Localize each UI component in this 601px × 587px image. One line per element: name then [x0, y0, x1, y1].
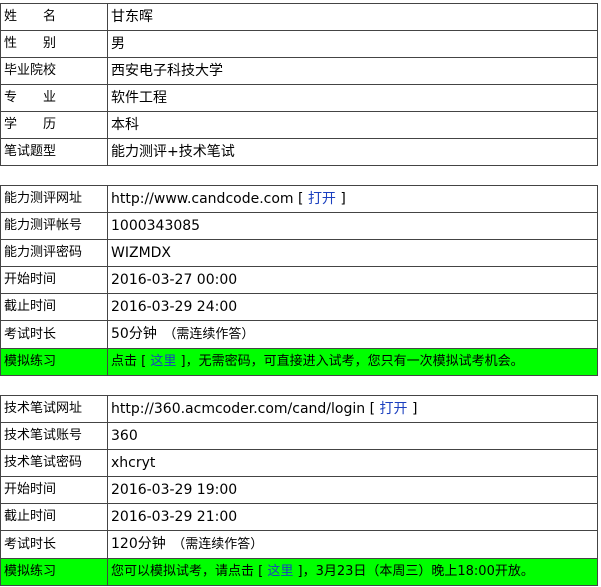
ability-open-link[interactable]: 打开 — [308, 191, 336, 207]
ability-duration-label: 考试时长 — [0, 320, 108, 349]
table-row: 模拟练习 您可以模拟试考，请点击 [ 这里 ]，3月23日（本周三）晚上18:0… — [0, 558, 598, 586]
name-label: 姓 名 — [0, 3, 108, 31]
exam-type-value: 能力测评+技术笔试 — [107, 138, 598, 166]
personal-info-table: 姓 名 甘东晖 性 别 男 毕业院校 西安电子科技大学 专 业 软件工程 学 历… — [0, 3, 598, 166]
mock-text: ]，3月23日（本周三）晚上18:00开放。 — [293, 564, 534, 579]
ability-duration-note: （需连续作答） — [156, 327, 255, 342]
school-label: 毕业院校 — [0, 57, 108, 85]
bracket: ] — [335, 191, 346, 207]
tech-url[interactable]: http://360.acmcoder.com/cand/login — [111, 401, 365, 417]
school-value: 西安电子科技大学 — [107, 57, 598, 85]
tech-open-link[interactable]: 打开 — [380, 401, 408, 417]
table-row: 姓 名 甘东晖 — [0, 3, 598, 31]
tech-duration-cell: 120分钟 （需连续作答） — [107, 530, 598, 559]
bracket: ] — [407, 401, 418, 417]
table-row: 能力测评密码 WIZMDX — [0, 239, 598, 267]
mock-text: 您可以模拟试考，请点击 [ — [111, 564, 268, 579]
table-row: 开始时间 2016-03-29 19:00 — [0, 476, 598, 504]
tech-mock-label: 模拟练习 — [0, 558, 108, 586]
technical-test-table: 技术笔试网址 http://360.acmcoder.com/cand/logi… — [0, 395, 598, 586]
ability-end-value: 2016-03-29 24:00 — [107, 293, 598, 321]
table-row: 考试时长 50分钟 （需连续作答） — [0, 320, 598, 349]
ability-start-value: 2016-03-27 00:00 — [107, 266, 598, 294]
ability-url-label: 能力测评网址 — [0, 185, 108, 213]
bracket: [ — [293, 191, 308, 207]
gender-label: 性 别 — [0, 30, 108, 58]
tech-account-label: 技术笔试账号 — [0, 422, 108, 450]
exam-type-label: 笔试题型 — [0, 138, 108, 166]
gender-value: 男 — [107, 30, 598, 58]
table-row: 技术笔试网址 http://360.acmcoder.com/cand/logi… — [0, 395, 598, 423]
name-value: 甘东晖 — [107, 3, 598, 31]
table-row: 能力测评帐号 1000343085 — [0, 212, 598, 240]
table-row: 截止时间 2016-03-29 21:00 — [0, 503, 598, 531]
ability-password-label: 能力测评密码 — [0, 239, 108, 267]
table-row: 考试时长 120分钟 （需连续作答） — [0, 530, 598, 559]
bracket: [ — [365, 401, 380, 417]
tech-duration-value: 120分钟 — [111, 536, 166, 552]
major-label: 专 业 — [0, 84, 108, 112]
table-row: 性 别 男 — [0, 30, 598, 58]
table-row: 毕业院校 西安电子科技大学 — [0, 57, 598, 85]
ability-end-label: 截止时间 — [0, 293, 108, 321]
ability-password-value: WIZMDX — [107, 239, 598, 267]
table-row: 学 历 本科 — [0, 111, 598, 139]
tech-url-cell: http://360.acmcoder.com/cand/login [ 打开 … — [107, 395, 598, 423]
ability-start-label: 开始时间 — [0, 266, 108, 294]
tech-duration-note: （需连续作答） — [165, 537, 264, 552]
table-row: 截止时间 2016-03-29 24:00 — [0, 293, 598, 321]
tech-mock-link[interactable]: 这里 — [267, 564, 293, 579]
ability-test-table: 能力测评网址 http://www.candcode.com [ 打开 ] 能力… — [0, 185, 598, 376]
table-row: 技术笔试账号 360 — [0, 422, 598, 450]
tech-mock-cell: 您可以模拟试考，请点击 [ 这里 ]，3月23日（本周三）晚上18:00开放。 — [107, 558, 598, 586]
ability-mock-label: 模拟练习 — [0, 348, 108, 376]
ability-account-value: 1000343085 — [107, 212, 598, 240]
mock-text: 点击 [ — [111, 354, 151, 369]
ability-mock-link[interactable]: 这里 — [150, 354, 176, 369]
mock-text: ]，无需密码，可直接进入试考，您只有一次模拟试考机会。 — [176, 354, 524, 369]
tech-url-label: 技术笔试网址 — [0, 395, 108, 423]
tech-password-value: xhcryt — [107, 449, 598, 477]
tech-start-value: 2016-03-29 19:00 — [107, 476, 598, 504]
table-row: 专 业 软件工程 — [0, 84, 598, 112]
ability-url-cell: http://www.candcode.com [ 打开 ] — [107, 185, 598, 213]
tech-duration-label: 考试时长 — [0, 530, 108, 559]
tech-end-label: 截止时间 — [0, 503, 108, 531]
degree-label: 学 历 — [0, 111, 108, 139]
tech-password-label: 技术笔试密码 — [0, 449, 108, 477]
table-row: 开始时间 2016-03-27 00:00 — [0, 266, 598, 294]
ability-url[interactable]: http://www.candcode.com — [111, 191, 294, 207]
ability-mock-cell: 点击 [ 这里 ]，无需密码，可直接进入试考，您只有一次模拟试考机会。 — [107, 348, 598, 376]
tech-end-value: 2016-03-29 21:00 — [107, 503, 598, 531]
table-row: 技术笔试密码 xhcryt — [0, 449, 598, 477]
table-row: 笔试题型 能力测评+技术笔试 — [0, 138, 598, 166]
table-row: 能力测评网址 http://www.candcode.com [ 打开 ] — [0, 185, 598, 213]
ability-account-label: 能力测评帐号 — [0, 212, 108, 240]
major-value: 软件工程 — [107, 84, 598, 112]
ability-duration-value: 50分钟 — [111, 326, 157, 342]
tech-start-label: 开始时间 — [0, 476, 108, 504]
tech-account-value: 360 — [107, 422, 598, 450]
table-row: 模拟练习 点击 [ 这里 ]，无需密码，可直接进入试考，您只有一次模拟试考机会。 — [0, 348, 598, 376]
ability-duration-cell: 50分钟 （需连续作答） — [107, 320, 598, 349]
degree-value: 本科 — [107, 111, 598, 139]
